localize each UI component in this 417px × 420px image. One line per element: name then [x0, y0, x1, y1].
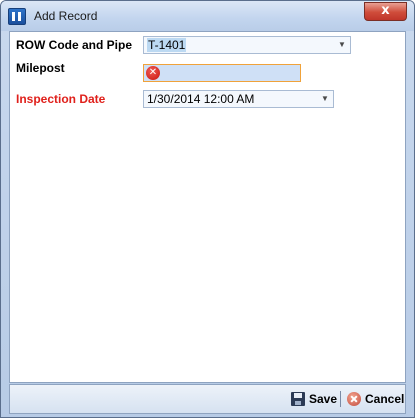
row-code-dropdown[interactable]: T-1401 ▼ — [143, 36, 351, 54]
footer-separator — [340, 391, 341, 407]
save-label: Save — [309, 392, 338, 406]
dialog-footer: Save Cancel — [9, 384, 406, 414]
chevron-down-icon[interactable]: ▼ — [317, 91, 333, 107]
save-icon — [291, 392, 305, 406]
add-record-dialog: Add Record x ROW Code and Pipe T-1401 ▼ … — [0, 0, 415, 418]
window-title: Add Record — [34, 9, 98, 23]
chevron-down-icon[interactable]: ▼ — [334, 37, 350, 53]
milepost-row: Milepost ✕ — [16, 59, 401, 82]
inspection-date-label: Inspection Date — [16, 92, 106, 106]
inspection-date-value: 1/30/2014 12:00 AM — [147, 92, 255, 106]
cancel-button[interactable]: Cancel — [347, 392, 404, 406]
form-panel: ROW Code and Pipe T-1401 ▼ Milepost ✕ In… — [9, 31, 406, 383]
cancel-label: Cancel — [365, 392, 405, 406]
row-code-row: ROW Code and Pipe T-1401 ▼ — [16, 36, 401, 54]
cancel-icon — [347, 392, 361, 406]
title-bar[interactable]: Add Record x — [1, 1, 414, 31]
inspection-date-row: Inspection Date 1/30/2014 12:00 AM ▼ — [16, 90, 401, 108]
milepost-input[interactable]: ✕ — [143, 64, 301, 82]
milepost-label: Milepost — [16, 61, 65, 75]
inspection-date-picker[interactable]: 1/30/2014 12:00 AM ▼ — [143, 90, 334, 108]
row-code-value: T-1401 — [147, 38, 187, 52]
error-icon: ✕ — [146, 66, 160, 80]
close-button[interactable]: x — [364, 2, 407, 21]
save-button[interactable]: Save — [291, 392, 337, 406]
app-window-icon — [8, 8, 26, 25]
row-code-label: ROW Code and Pipe — [16, 38, 133, 52]
